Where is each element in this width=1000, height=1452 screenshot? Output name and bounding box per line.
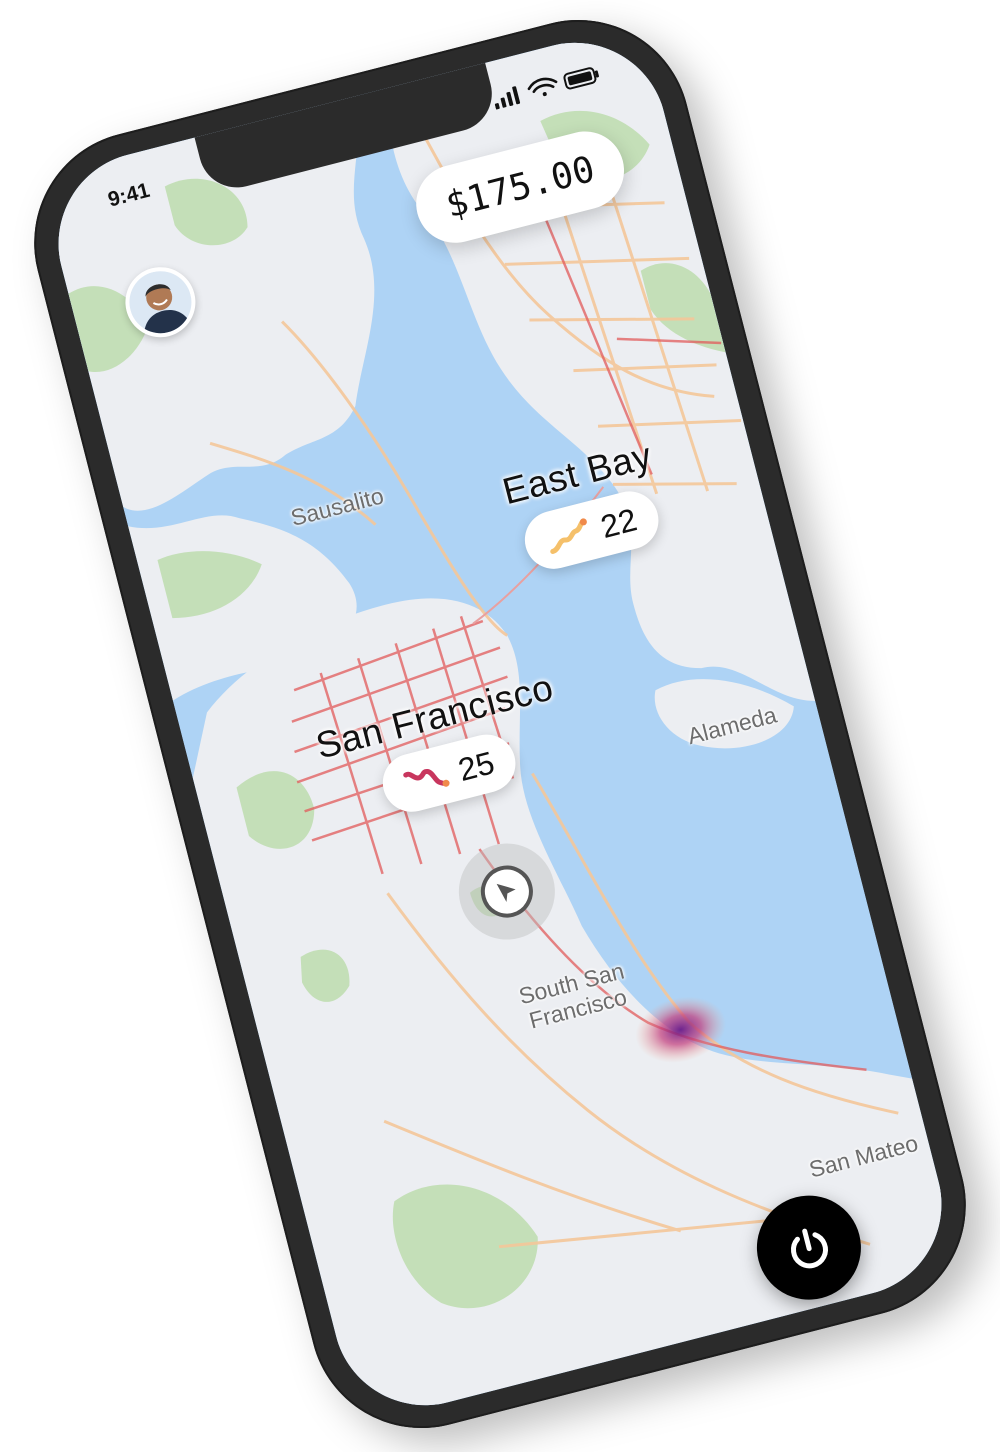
navigation-arrow-icon xyxy=(496,883,516,902)
battery-icon xyxy=(563,67,599,90)
cellular-signal-icon xyxy=(494,86,521,110)
rising-trend-icon xyxy=(550,518,588,554)
power-icon xyxy=(791,1228,828,1269)
phone-screen: 9:41 $175.00 Sausalito Alameda South San… xyxy=(38,22,962,1426)
phone-frame: 9:41 $175.00 Sausalito Alameda South San… xyxy=(9,0,991,1452)
falling-trend-icon xyxy=(402,769,450,787)
wifi-icon xyxy=(527,77,558,97)
locate-button-inner xyxy=(475,859,539,924)
demand-count: 25 xyxy=(454,743,498,788)
demand-count: 22 xyxy=(596,500,641,545)
